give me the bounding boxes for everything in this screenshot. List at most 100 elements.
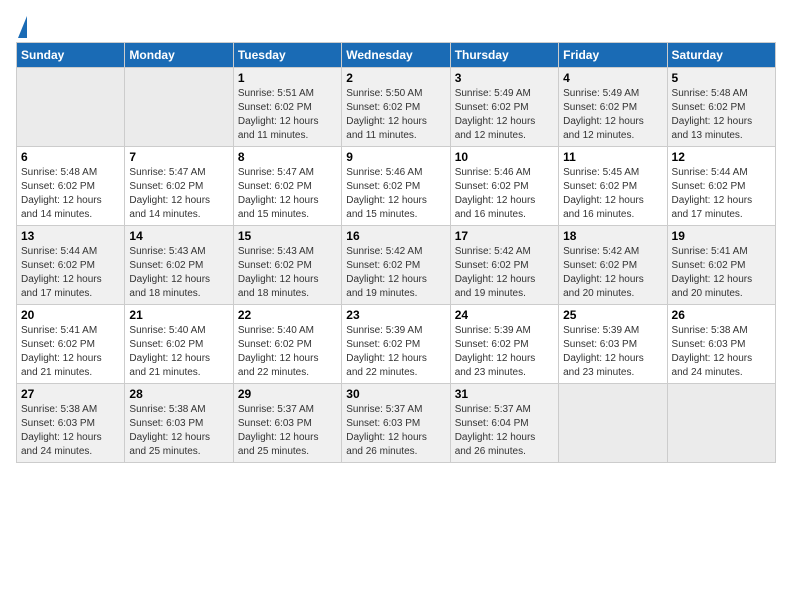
calendar-day-cell: 25 Sunrise: 5:39 AMSunset: 6:03 PMDayligh… bbox=[559, 305, 667, 384]
day-number: 25 bbox=[563, 308, 662, 322]
calendar-day-cell: 6 Sunrise: 5:48 AMSunset: 6:02 PMDaylight… bbox=[17, 147, 125, 226]
day-detail: Sunrise: 5:51 AMSunset: 6:02 PMDaylight:… bbox=[238, 87, 337, 143]
day-detail: Sunrise: 5:38 AMSunset: 6:03 PMDaylight:… bbox=[21, 403, 120, 459]
day-number: 1 bbox=[238, 71, 337, 85]
calendar-day-cell: 23 Sunrise: 5:39 AMSunset: 6:02 PMDayligh… bbox=[342, 305, 450, 384]
day-number: 26 bbox=[672, 308, 771, 322]
calendar-week-row: 20 Sunrise: 5:41 AMSunset: 6:02 PMDayligh… bbox=[17, 305, 776, 384]
calendar-day-cell: 21 Sunrise: 5:40 AMSunset: 6:02 PMDayligh… bbox=[125, 305, 233, 384]
day-detail: Sunrise: 5:42 AMSunset: 6:02 PMDaylight:… bbox=[346, 245, 445, 301]
calendar-day-cell: 17Sunrise: 5:42 AMSunset: 6:02 PMDayligh… bbox=[450, 226, 558, 305]
day-number: 10 bbox=[455, 150, 554, 164]
day-number: 27 bbox=[21, 387, 120, 401]
column-header-saturday: Saturday bbox=[667, 43, 775, 68]
day-number: 20 bbox=[21, 308, 120, 322]
day-number: 18 bbox=[563, 229, 662, 243]
day-detail: Sunrise: 5:39 AMSunset: 6:02 PMDaylight:… bbox=[346, 324, 445, 380]
calendar-day-cell: 1 Sunrise: 5:51 AMSunset: 6:02 PMDaylight… bbox=[233, 68, 341, 147]
day-number: 16 bbox=[346, 229, 445, 243]
calendar-day-cell: 29Sunrise: 5:37 AMSunset: 6:03 PMDayligh… bbox=[233, 384, 341, 463]
day-number: 17 bbox=[455, 229, 554, 243]
calendar-day-cell: 5 Sunrise: 5:48 AMSunset: 6:02 PMDaylight… bbox=[667, 68, 775, 147]
column-header-tuesday: Tuesday bbox=[233, 43, 341, 68]
calendar-week-row: 13 Sunrise: 5:44 AMSunset: 6:02 PMDayligh… bbox=[17, 226, 776, 305]
day-detail: Sunrise: 5:40 AMSunset: 6:02 PMDaylight:… bbox=[238, 324, 337, 380]
day-number: 15 bbox=[238, 229, 337, 243]
day-detail: Sunrise: 5:47 AMSunset: 6:02 PMDaylight:… bbox=[129, 166, 228, 222]
calendar-day-cell: 13 Sunrise: 5:44 AMSunset: 6:02 PMDayligh… bbox=[17, 226, 125, 305]
column-header-wednesday: Wednesday bbox=[342, 43, 450, 68]
day-number: 11 bbox=[563, 150, 662, 164]
day-number: 4 bbox=[563, 71, 662, 85]
day-detail: Sunrise: 5:39 AMSunset: 6:03 PMDaylight:… bbox=[563, 324, 662, 380]
calendar-day-cell: 30 Sunrise: 5:37 AMSunset: 6:03 PMDayligh… bbox=[342, 384, 450, 463]
day-number: 21 bbox=[129, 308, 228, 322]
day-number: 5 bbox=[672, 71, 771, 85]
day-detail: Sunrise: 5:37 AMSunset: 6:03 PMDaylight:… bbox=[238, 403, 337, 459]
day-detail: Sunrise: 5:49 AMSunset: 6:02 PMDaylight:… bbox=[563, 87, 662, 143]
day-detail: Sunrise: 5:45 AMSunset: 6:02 PMDaylight:… bbox=[563, 166, 662, 222]
day-detail: Sunrise: 5:49 AMSunset: 6:02 PMDaylight:… bbox=[455, 87, 554, 143]
day-number: 13 bbox=[21, 229, 120, 243]
calendar-day-cell: 11 Sunrise: 5:45 AMSunset: 6:02 PMDayligh… bbox=[559, 147, 667, 226]
day-detail: Sunrise: 5:41 AMSunset: 6:02 PMDaylight:… bbox=[21, 324, 120, 380]
calendar-day-cell bbox=[667, 384, 775, 463]
day-detail: Sunrise: 5:37 AMSunset: 6:03 PMDaylight:… bbox=[346, 403, 445, 459]
calendar-day-cell: 20 Sunrise: 5:41 AMSunset: 6:02 PMDayligh… bbox=[17, 305, 125, 384]
day-detail: Sunrise: 5:48 AMSunset: 6:02 PMDaylight:… bbox=[21, 166, 120, 222]
day-detail: Sunrise: 5:47 AMSunset: 6:02 PMDaylight:… bbox=[238, 166, 337, 222]
day-detail: Sunrise: 5:50 AMSunset: 6:02 PMDaylight:… bbox=[346, 87, 445, 143]
calendar-day-cell: 19Sunrise: 5:41 AMSunset: 6:02 PMDayligh… bbox=[667, 226, 775, 305]
calendar-day-cell: 12 Sunrise: 5:44 AMSunset: 6:02 PMDayligh… bbox=[667, 147, 775, 226]
day-detail: Sunrise: 5:43 AMSunset: 6:02 PMDaylight:… bbox=[238, 245, 337, 301]
calendar-day-cell: 22 Sunrise: 5:40 AMSunset: 6:02 PMDayligh… bbox=[233, 305, 341, 384]
day-detail: Sunrise: 5:44 AMSunset: 6:02 PMDaylight:… bbox=[672, 166, 771, 222]
calendar-day-cell: 7 Sunrise: 5:47 AMSunset: 6:02 PMDaylight… bbox=[125, 147, 233, 226]
day-detail: Sunrise: 5:48 AMSunset: 6:02 PMDaylight:… bbox=[672, 87, 771, 143]
calendar-day-cell: 14Sunrise: 5:43 AMSunset: 6:02 PMDayligh… bbox=[125, 226, 233, 305]
calendar-day-cell bbox=[125, 68, 233, 147]
calendar-day-cell: 28 Sunrise: 5:38 AMSunset: 6:03 PMDayligh… bbox=[125, 384, 233, 463]
day-number: 8 bbox=[238, 150, 337, 164]
calendar-day-cell: 24Sunrise: 5:39 AMSunset: 6:02 PMDayligh… bbox=[450, 305, 558, 384]
day-number: 22 bbox=[238, 308, 337, 322]
calendar-day-cell: 31Sunrise: 5:37 AMSunset: 6:04 PMDayligh… bbox=[450, 384, 558, 463]
column-header-thursday: Thursday bbox=[450, 43, 558, 68]
logo bbox=[16, 16, 27, 34]
day-number: 2 bbox=[346, 71, 445, 85]
calendar-day-cell: 18 Sunrise: 5:42 AMSunset: 6:02 PMDayligh… bbox=[559, 226, 667, 305]
calendar-day-cell bbox=[559, 384, 667, 463]
calendar-week-row: 27 Sunrise: 5:38 AMSunset: 6:03 PMDayligh… bbox=[17, 384, 776, 463]
day-detail: Sunrise: 5:42 AMSunset: 6:02 PMDaylight:… bbox=[563, 245, 662, 301]
calendar-day-cell bbox=[17, 68, 125, 147]
day-detail: Sunrise: 5:38 AMSunset: 6:03 PMDaylight:… bbox=[129, 403, 228, 459]
day-number: 30 bbox=[346, 387, 445, 401]
day-detail: Sunrise: 5:43 AMSunset: 6:02 PMDaylight:… bbox=[129, 245, 228, 301]
calendar-week-row: 6 Sunrise: 5:48 AMSunset: 6:02 PMDaylight… bbox=[17, 147, 776, 226]
day-detail: Sunrise: 5:46 AMSunset: 6:02 PMDaylight:… bbox=[455, 166, 554, 222]
calendar-day-cell: 3 Sunrise: 5:49 AMSunset: 6:02 PMDaylight… bbox=[450, 68, 558, 147]
calendar-day-cell: 15 Sunrise: 5:43 AMSunset: 6:02 PMDayligh… bbox=[233, 226, 341, 305]
day-detail: Sunrise: 5:37 AMSunset: 6:04 PMDaylight:… bbox=[455, 403, 554, 459]
day-detail: Sunrise: 5:40 AMSunset: 6:02 PMDaylight:… bbox=[129, 324, 228, 380]
day-detail: Sunrise: 5:44 AMSunset: 6:02 PMDaylight:… bbox=[21, 245, 120, 301]
calendar-table: SundayMondayTuesdayWednesdayThursdayFrid… bbox=[16, 42, 776, 463]
logo-triangle-icon bbox=[18, 16, 27, 38]
calendar-week-row: 1 Sunrise: 5:51 AMSunset: 6:02 PMDaylight… bbox=[17, 68, 776, 147]
calendar-day-cell: 9Sunrise: 5:46 AMSunset: 6:02 PMDaylight… bbox=[342, 147, 450, 226]
day-number: 28 bbox=[129, 387, 228, 401]
day-number: 7 bbox=[129, 150, 228, 164]
day-number: 6 bbox=[21, 150, 120, 164]
day-number: 24 bbox=[455, 308, 554, 322]
day-number: 3 bbox=[455, 71, 554, 85]
page-header bbox=[16, 16, 776, 34]
day-number: 23 bbox=[346, 308, 445, 322]
day-detail: Sunrise: 5:38 AMSunset: 6:03 PMDaylight:… bbox=[672, 324, 771, 380]
day-number: 12 bbox=[672, 150, 771, 164]
day-number: 19 bbox=[672, 229, 771, 243]
calendar-day-cell: 8 Sunrise: 5:47 AMSunset: 6:02 PMDaylight… bbox=[233, 147, 341, 226]
calendar-day-cell: 4 Sunrise: 5:49 AMSunset: 6:02 PMDaylight… bbox=[559, 68, 667, 147]
day-detail: Sunrise: 5:46 AMSunset: 6:02 PMDaylight:… bbox=[346, 166, 445, 222]
calendar-header-row: SundayMondayTuesdayWednesdayThursdayFrid… bbox=[17, 43, 776, 68]
column-header-friday: Friday bbox=[559, 43, 667, 68]
